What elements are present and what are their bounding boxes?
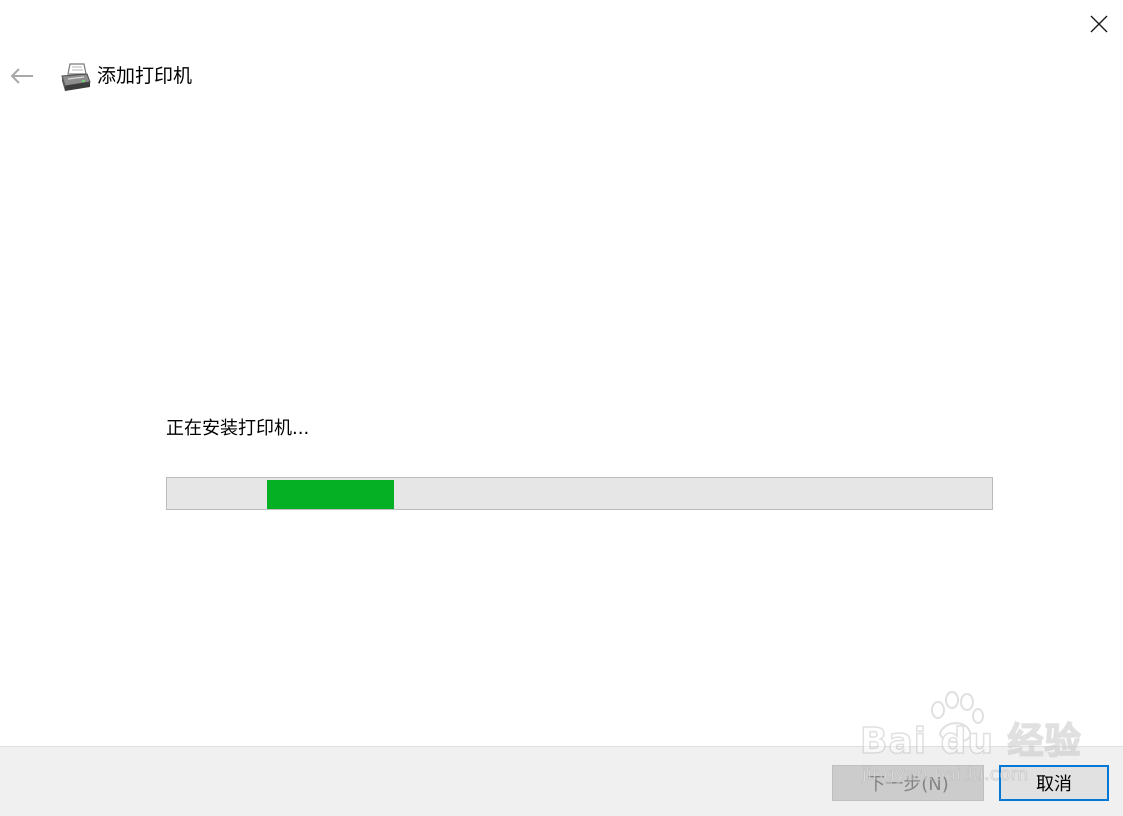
cancel-button-label: 取消 (1036, 774, 1072, 795)
install-progress-bar (166, 477, 993, 510)
cancel-button[interactable]: 取消 (999, 765, 1109, 801)
close-button[interactable] (1083, 8, 1115, 40)
installing-status-text: 正在安装打印机... (166, 418, 310, 439)
progress-indicator (267, 480, 394, 509)
close-icon (1090, 15, 1108, 33)
back-button[interactable] (6, 60, 38, 92)
add-printer-dialog: 添加打印机 正在安装打印机... 下一步(N) 取消 Bai du 经验 jin… (0, 0, 1123, 816)
next-button[interactable]: 下一步(N) (832, 765, 984, 801)
back-arrow-icon (10, 68, 33, 84)
dialog-title: 添加打印机 (97, 65, 193, 87)
dialog-footer: 下一步(N) 取消 (0, 746, 1123, 816)
dialog-header: 添加打印机 (0, 56, 600, 96)
printer-icon (61, 63, 91, 91)
paw-logo-icon (931, 691, 984, 743)
